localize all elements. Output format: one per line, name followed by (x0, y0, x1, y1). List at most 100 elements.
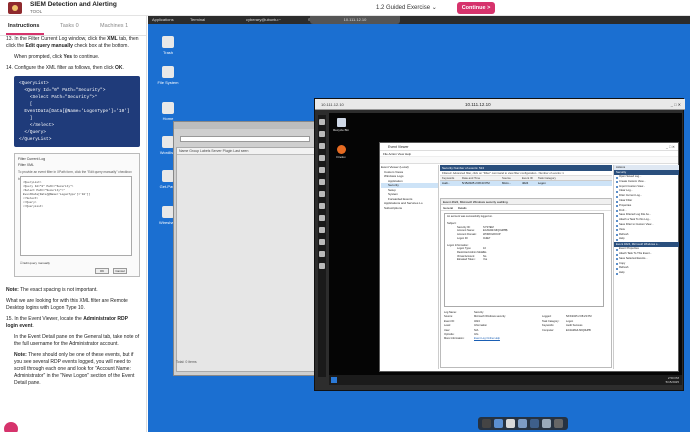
screenshot-ok-button: OK (95, 268, 109, 274)
window-controls[interactable]: _ □ ✕ (671, 102, 681, 107)
dock-folder-icon[interactable] (554, 419, 563, 428)
toolbar-icon[interactable] (319, 143, 325, 149)
tab-instructions[interactable]: Instructions (8, 23, 39, 29)
event-viewer-titlebar[interactable]: Event Viewer _ □ ✕ (380, 143, 678, 151)
vm-desktop[interactable]: Applications Terminal cyberary@ubuntu:~ … (148, 16, 690, 432)
active-tab-indicator (6, 33, 44, 35)
dock-app-icon[interactable] (542, 419, 551, 428)
screenshot-cancel-button: Cancel (113, 268, 127, 274)
instructions-panel: Instructions Tasks 0 Machines 1 13. In t… (0, 16, 147, 432)
remote-icon-recycle-bin[interactable]: Recycle Bin (331, 118, 351, 132)
dock-files-icon[interactable] (494, 419, 503, 428)
tree-item-subscriptions[interactable]: Subscriptions (381, 206, 438, 211)
tab-tasks[interactable]: Tasks 0 (60, 23, 79, 29)
event-detail-tabs: General Details (441, 205, 611, 211)
event-viewer-toolbar (380, 157, 678, 164)
step-13: 13. In the Filter Current Log window, cl… (6, 36, 139, 49)
toolbar-icon[interactable] (319, 251, 325, 257)
remote-clock: 2:50 PM 5/15/2025 (665, 376, 679, 384)
folder-icon (162, 102, 174, 114)
code-line: ] (19, 116, 33, 121)
event-description[interactable]: An account was successfully logged on. S… (444, 213, 604, 307)
toolbar-icon[interactable] (319, 191, 325, 197)
toolbar-icon[interactable] (319, 263, 325, 269)
dock-terminal-icon[interactable] (482, 419, 491, 428)
toolbar-icon[interactable] (319, 179, 325, 185)
top-bar: SIEM Detection and Alerting TOOL 1.2 Gui… (0, 0, 690, 16)
table-row[interactable]: Audi... 5/15/2025 2:08:23 PM Micro... 46… (440, 181, 612, 186)
tab-general[interactable]: General (443, 206, 453, 210)
cell-date: 5/15/2025 2:08:23 PM (462, 181, 490, 185)
action-help-event[interactable]: Help (614, 271, 679, 276)
step-13-prompt: When prompted, click Yes to continue. (14, 54, 100, 60)
background-window[interactable]: Name Group Labels Server Plugin Last see… (173, 121, 328, 376)
toolbar-icon[interactable] (319, 131, 325, 137)
toolbar-icon[interactable] (319, 167, 325, 173)
firefox-icon (336, 145, 346, 154)
rdp-window[interactable]: 10.111.12.10 10.111.12.10 _ □ ✕ Recycle … (314, 98, 685, 391)
instructions-content: 13. In the Filter Current Log window, cl… (6, 36, 141, 391)
background-window-titlebar[interactable] (174, 122, 327, 129)
vm-taskbar: Applications Terminal cyberary@ubuntu:~ … (148, 16, 690, 24)
online-help-link[interactable]: Event Log Online Help (474, 337, 500, 341)
remote-icon-firefox[interactable]: Firefox (331, 145, 351, 159)
course-title: SIEM Detection and Alerting (30, 1, 117, 8)
background-window-status: Total: 0 items (176, 360, 197, 364)
background-window-input[interactable] (180, 136, 310, 142)
xml-filter-explanation: What we are looking for with this XML fi… (6, 298, 128, 311)
dock-browser-icon[interactable] (506, 419, 515, 428)
chevron-down-icon: ⌄ (431, 5, 437, 11)
code-line: <QueryList> (19, 81, 49, 86)
toolbar-icon[interactable] (319, 203, 325, 209)
filter-log-screenshot[interactable]: Filter Current Log Filter XML To provide… (14, 153, 140, 277)
vm-task-applications[interactable]: Applications (150, 17, 174, 23)
continue-button[interactable]: Continue > (457, 2, 495, 14)
course-subtitle: TOOL (30, 9, 43, 14)
trash-icon (162, 36, 174, 48)
desktop-icon-home[interactable]: Home (153, 102, 183, 121)
step-14: 14. Configure the XML filter as follows,… (6, 65, 124, 71)
toolbar-icon[interactable] (319, 155, 325, 161)
cell-keywords: Audi... (442, 181, 450, 185)
screenshot-tabs: Filter XML (18, 163, 34, 167)
xml-code-block[interactable]: <QueryList> <Query Id="0" Path="Security… (14, 76, 140, 147)
screenshot-xml-area: <QueryList> <Query Id="0" Path="Security… (20, 176, 132, 256)
window-controls[interactable]: _ □ ✕ (666, 143, 675, 151)
vm-task-terminal[interactable]: Terminal (188, 17, 205, 23)
background-window-list[interactable]: Name Group Labels Server Plugin Last see… (176, 147, 327, 372)
chat-help-icon[interactable] (4, 422, 18, 432)
toolbar-icon[interactable] (319, 119, 325, 125)
note-rdp-events: Note: There should only be one of these … (14, 352, 135, 386)
action-help[interactable]: Help (614, 237, 679, 242)
tab-machines[interactable]: Machines 1 (100, 23, 128, 29)
recycle-bin-icon (336, 118, 346, 127)
dock-app-icon[interactable] (530, 419, 539, 428)
event-detail-pane: Event 4624, Microsoft Windows security a… (440, 198, 612, 368)
windows-start-icon[interactable] (331, 377, 337, 383)
tab-details[interactable]: Details (458, 206, 467, 210)
desc-logon-row: Elevated Token: Yes (457, 258, 488, 262)
toolbar-icon[interactable] (319, 227, 325, 233)
dock-app-icon[interactable] (518, 419, 527, 428)
prop-row: More Information: Event Log Online Help (444, 337, 500, 341)
rdp-titlebar[interactable]: 10.111.12.10 10.111.12.10 _ □ ✕ (315, 99, 685, 110)
vm-task-shell[interactable]: cyberary@ubuntu:~ (244, 17, 281, 23)
chevron-right-icon: > (487, 5, 491, 11)
rdp-connection-bar[interactable]: 10.111.12.10 (310, 16, 400, 24)
desktop-icon-filesystem[interactable]: File System (153, 66, 183, 85)
step-15-detail: In the Event Detail pane on the General … (14, 334, 140, 347)
event-detail-header: Event 4624, Microsoft Windows security a… (441, 199, 611, 205)
remote-desktop[interactable]: Recycle Bin Firefox Event Viewer _ □ ✕ Fi… (329, 113, 682, 385)
toolbar-icon[interactable] (319, 215, 325, 221)
tasks-count-badge: 0 (75, 23, 79, 29)
code-line: </Select> (19, 123, 55, 128)
toolbar-icon[interactable] (319, 239, 325, 245)
course-logo-icon (8, 2, 22, 14)
remote-taskbar: 2:50 PM 5/15/2025 (329, 375, 682, 385)
exercise-title[interactable]: 1.2 Guided Exercise ⌄ (376, 4, 437, 11)
desktop-icon-trash[interactable]: Trash (153, 36, 183, 55)
event-viewer-window[interactable]: Event Viewer _ □ ✕ File Action View Help … (379, 142, 679, 372)
machines-count-badge: 1 (125, 23, 129, 29)
rdp-title: 10.111.12.10 (465, 102, 491, 107)
screenshot-checkbox: ☑ Edit query manually (20, 261, 50, 265)
